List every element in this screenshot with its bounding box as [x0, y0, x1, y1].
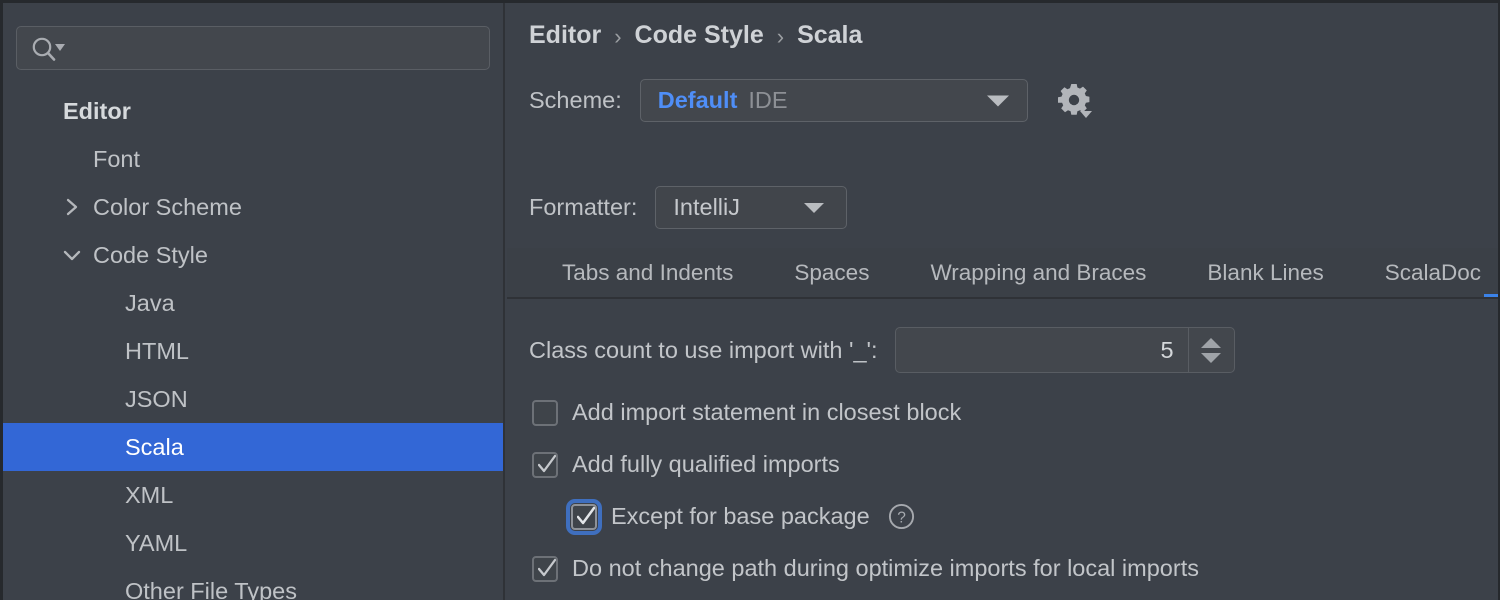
scheme-scope: IDE: [748, 87, 788, 113]
settings-sidebar: Editor Font Color Scheme Code Style Java…: [3, 3, 505, 600]
help-icon[interactable]: ?: [888, 503, 915, 530]
sidebar-item-label: JSON: [125, 385, 188, 412]
sidebar-item-yaml[interactable]: YAML: [3, 519, 503, 567]
sidebar-item-json[interactable]: JSON: [3, 375, 503, 423]
sidebar-item-html[interactable]: HTML: [3, 327, 503, 375]
checkbox-label: Except for base package: [611, 503, 870, 529]
sidebar-item-label: Scala: [125, 433, 184, 460]
sidebar-item-label: YAML: [125, 529, 188, 556]
checkbox-label: Add import statement in closest block: [572, 399, 962, 425]
class-count-label: Class count to use import with '_':: [529, 336, 878, 363]
sidebar-item-label: Editor: [63, 97, 131, 124]
class-count-stepper[interactable]: 5: [894, 327, 1235, 373]
checkmark-icon: [576, 506, 596, 528]
tab-selected-indicator: [1484, 294, 1498, 297]
checkbox-label: Add fully qualified imports: [572, 451, 840, 477]
search-input[interactable]: [16, 26, 490, 70]
tab-tabs-and-indents[interactable]: Tabs and Indents: [544, 248, 751, 297]
sidebar-item-label: HTML: [125, 337, 189, 364]
triangle-up-icon[interactable]: [1201, 337, 1222, 348]
chevron-down-icon[interactable]: [61, 244, 83, 266]
tab-label: Blank Lines: [1207, 259, 1324, 285]
formatter-value: IntelliJ: [673, 194, 741, 220]
checkmark-icon: [537, 454, 557, 476]
checkbox-do-not-change-path-during-optimize-imports[interactable]: Do not change path during optimize impor…: [532, 555, 1199, 582]
checkbox-box[interactable]: [532, 399, 558, 426]
settings-tree: Editor Font Color Scheme Code Style Java…: [3, 87, 503, 600]
settings-dialog: Editor Font Color Scheme Code Style Java…: [0, 0, 1500, 600]
sidebar-item-label: Other File Types: [125, 577, 297, 600]
checkbox-add-fully-qualified-imports[interactable]: Add fully qualified imports: [532, 451, 840, 478]
formatter-row: Formatter: IntelliJ: [529, 186, 848, 229]
formatter-select[interactable]: IntelliJ: [655, 186, 848, 229]
scheme-label: Scheme:: [529, 87, 622, 113]
tab-spaces[interactable]: Spaces: [776, 248, 887, 297]
tab-label: Wrapping and Braces: [930, 259, 1147, 285]
sidebar-item-label: XML: [125, 481, 174, 508]
breadcrumb-editor[interactable]: Editor: [529, 21, 601, 50]
sidebar-item-editor[interactable]: Editor: [3, 87, 503, 135]
breadcrumb-scala: Scala: [797, 21, 863, 49]
breadcrumb-separator-icon: ›: [614, 23, 622, 49]
sidebar-item-scala[interactable]: Scala: [3, 423, 503, 471]
sidebar-item-color-scheme[interactable]: Color Scheme: [3, 183, 503, 231]
tab-label: Tabs and Indents: [562, 259, 734, 285]
sidebar-item-java[interactable]: Java: [3, 279, 503, 327]
search-icon: [30, 37, 70, 61]
caret-down-icon[interactable]: [804, 202, 825, 213]
formatter-label: Formatter:: [529, 194, 638, 220]
scheme-value: Default: [657, 87, 738, 113]
settings-tab-bar: Tabs and Indents Spaces Wrapping and Bra…: [507, 248, 1498, 299]
breadcrumb: Editor › Code Style › Scala: [529, 21, 862, 50]
gear-icon: [1057, 83, 1092, 118]
stepper-buttons: [1187, 328, 1234, 372]
breadcrumb-separator-icon: ›: [776, 23, 785, 49]
sidebar-item-code-style[interactable]: Code Style: [3, 231, 503, 279]
settings-main-panel: Editor › Code Style › Scala Scheme: Defa…: [507, 3, 1498, 600]
sidebar-item-label: Font: [93, 145, 141, 172]
sidebar-item-label: Color Scheme: [93, 193, 242, 220]
settings-content-imports: Class count to use import with '_': 5 Ad…: [507, 301, 1498, 600]
svg-text:?: ?: [897, 509, 906, 526]
sidebar-item-other-file-types[interactable]: Other File Types: [3, 567, 503, 600]
tab-label: ScalaDoc: [1384, 259, 1482, 285]
checkmark-icon: [537, 558, 557, 580]
triangle-down-icon[interactable]: [1201, 352, 1222, 363]
checkbox-box[interactable]: [532, 451, 558, 478]
sidebar-item-font[interactable]: Font: [3, 135, 503, 183]
checkbox-box[interactable]: [532, 555, 558, 582]
scheme-settings-button[interactable]: [1054, 80, 1096, 122]
tab-wrapping-and-braces[interactable]: Wrapping and Braces: [912, 248, 1164, 297]
class-count-row: Class count to use import with '_': 5: [529, 327, 1235, 373]
scheme-select[interactable]: Default IDE: [639, 79, 1028, 122]
sidebar-item-xml[interactable]: XML: [3, 471, 503, 519]
sidebar-item-label: Java: [125, 289, 175, 316]
tab-blank-lines[interactable]: Blank Lines: [1189, 248, 1341, 297]
checkbox-add-import-statement-in-closest-block[interactable]: Add import statement in closest block: [532, 399, 961, 426]
checkbox-box[interactable]: [566, 498, 602, 535]
scheme-row: Scheme: Default IDE: [529, 79, 1096, 122]
chevron-right-icon[interactable]: [61, 196, 83, 218]
tab-scaladoc[interactable]: ScalaDoc: [1367, 248, 1498, 297]
tab-label: Spaces: [794, 259, 870, 285]
checkbox-label: Do not change path during optimize impor…: [572, 555, 1199, 581]
breadcrumb-code-style[interactable]: Code Style: [635, 21, 764, 50]
sidebar-item-label: Code Style: [93, 241, 208, 268]
checkbox-except-for-base-package[interactable]: Except for base package ?: [566, 498, 915, 535]
caret-down-icon[interactable]: [986, 95, 1009, 106]
class-count-value[interactable]: 5: [896, 328, 1188, 372]
